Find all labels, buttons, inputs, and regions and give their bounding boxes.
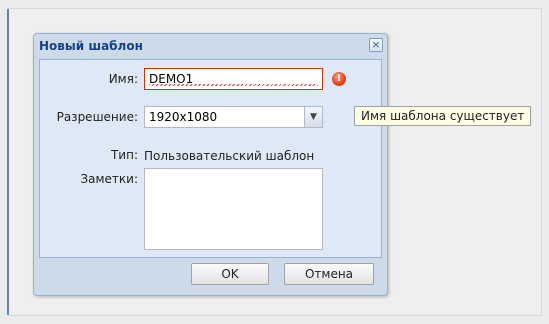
- resolution-value: 1920x1080: [149, 110, 218, 124]
- type-label: Тип:: [110, 148, 138, 162]
- error-icon[interactable]: !: [332, 72, 346, 86]
- notes-label: Заметки:: [80, 172, 138, 186]
- dialog-form: Имя: DEMO1 ! Разрешение: 1920x1080 ▼ Тип…: [39, 59, 382, 258]
- dialog-header[interactable]: Новый шаблон ×: [34, 34, 387, 58]
- type-value: Пользовательский шаблон: [144, 149, 315, 163]
- new-template-dialog: Новый шаблон × Имя: DEMO1 ! Разрешение: …: [33, 33, 388, 296]
- close-icon[interactable]: ×: [369, 38, 383, 52]
- chevron-down-icon[interactable]: ▼: [304, 107, 322, 127]
- ok-button[interactable]: OK: [191, 263, 269, 285]
- spellcheck-underline: [149, 84, 318, 86]
- error-tooltip: Имя шаблона существует: [354, 106, 532, 126]
- resolution-label: Разрешение:: [56, 110, 138, 124]
- name-label: Имя:: [108, 72, 138, 86]
- name-input[interactable]: DEMO1: [144, 68, 323, 90]
- page-edge: [7, 9, 9, 315]
- cancel-button[interactable]: Отмена: [284, 263, 374, 285]
- notes-textarea[interactable]: [144, 168, 323, 250]
- dialog-title: Новый шаблон: [39, 39, 143, 53]
- resolution-select[interactable]: 1920x1080 ▼: [144, 106, 323, 128]
